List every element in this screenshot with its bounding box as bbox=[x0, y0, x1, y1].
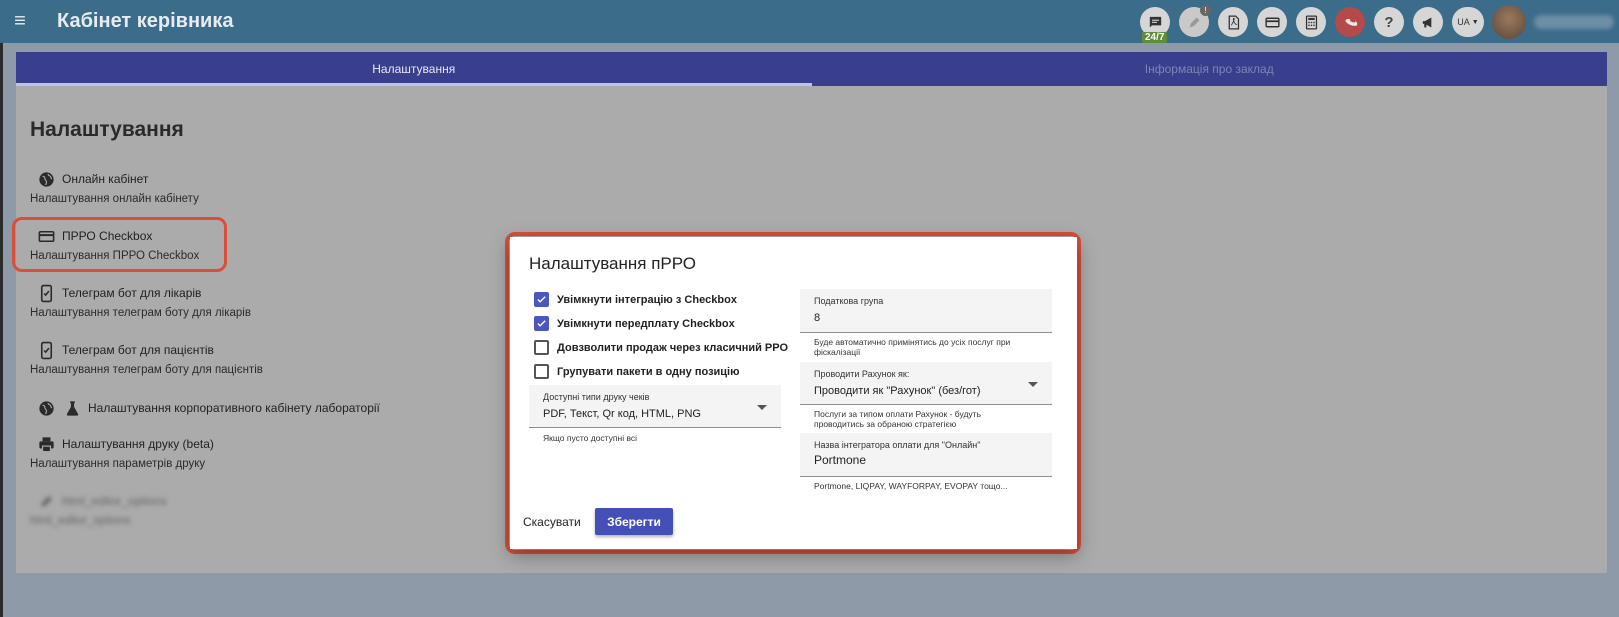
tab-bar: Налаштування Інформація про заклад bbox=[16, 52, 1607, 86]
pdf-icon[interactable] bbox=[1218, 7, 1248, 37]
tax-group-input[interactable]: Податкова група 8 bbox=[800, 289, 1052, 333]
user-name-blurred[interactable] bbox=[1534, 15, 1614, 29]
setting-online-cabinet[interactable]: Онлайн кабінет Налаштування онлайн кабін… bbox=[30, 168, 199, 205]
avatar[interactable] bbox=[1492, 5, 1526, 39]
credit-card-icon[interactable] bbox=[1257, 7, 1287, 37]
checkbox-enable-prepayment[interactable]: Увімкнути передплату Checkbox bbox=[534, 316, 735, 331]
checkbox-group-packages[interactable]: Групувати пакети в одну позицію bbox=[534, 364, 740, 379]
chevron-down-icon: ▼ bbox=[1471, 18, 1479, 26]
chevron-down-icon bbox=[757, 405, 767, 410]
globe-icon bbox=[36, 398, 56, 418]
active-tab-indicator bbox=[16, 83, 812, 86]
cancel-button[interactable]: Скасувати bbox=[523, 515, 581, 529]
setting-html-editor[interactable]: html_editor_options html_editor_options bbox=[30, 490, 167, 527]
appbar-actions: ! ? UA ▼ bbox=[1140, 5, 1614, 39]
hamburger-menu-icon[interactable]: ≡ bbox=[0, 0, 40, 43]
help-icon[interactable]: ? bbox=[1374, 7, 1404, 37]
language-selector[interactable]: UA ▼ bbox=[1452, 7, 1484, 37]
checkbox-allow-classic-rro[interactable]: Довзволити продаж через класичний РРО bbox=[534, 340, 788, 355]
globe-icon bbox=[36, 169, 56, 189]
print-types-select[interactable]: Доступні типи друку чеків PDF, Текст, Qr… bbox=[529, 385, 781, 428]
flask-icon bbox=[62, 398, 82, 418]
support-247-badge: 24/7 bbox=[1142, 32, 1168, 43]
phone-hangup-icon[interactable] bbox=[1335, 7, 1365, 37]
pen-icon[interactable]: ! bbox=[1179, 5, 1211, 37]
payment-integrator-helper: Portmone, LIQPAY, WAYFORPAY, EVOPAY тощо… bbox=[814, 481, 1008, 491]
setting-telegram-patients[interactable]: Телеграм бот для пацієнтів Налаштування … bbox=[30, 339, 263, 376]
setting-print[interactable]: Налаштування друку (beta) Налаштування п… bbox=[30, 433, 214, 470]
calculator-icon[interactable] bbox=[1296, 7, 1326, 37]
window-edge bbox=[0, 43, 3, 617]
checkbox-unchecked-icon[interactable] bbox=[534, 364, 549, 379]
checkbox-unchecked-icon[interactable] bbox=[534, 340, 549, 355]
payment-integrator-input[interactable]: Назва інтегратора оплати для "Онлайн" Po… bbox=[800, 433, 1052, 477]
notification-badge: ! bbox=[1200, 5, 1211, 16]
phone-check-icon bbox=[36, 340, 56, 360]
setting-lab-corporate-cabinet[interactable]: Налаштування корпоративного кабінету лаб… bbox=[30, 397, 380, 419]
setting-telegram-doctors[interactable]: Телеграм бот для лікарів Налаштування те… bbox=[30, 282, 251, 319]
pencil-icon bbox=[36, 491, 56, 511]
prro-settings-dialog: Налаштування пРРО Увімкнути інтеграцію з… bbox=[510, 237, 1077, 549]
tax-group-helper: Буде автоматично примінятись до усіх пос… bbox=[814, 337, 1011, 357]
dialog-title: Налаштування пРРО bbox=[529, 254, 696, 273]
print-types-helper: Якщо пусто доступні всі bbox=[543, 433, 638, 443]
highlight-prro-setting bbox=[12, 217, 227, 272]
checkbox-enable-integration[interactable]: Увімкнути інтеграцію з Checkbox bbox=[534, 292, 737, 307]
megaphone-icon[interactable] bbox=[1413, 7, 1443, 37]
save-button[interactable]: Зберегти bbox=[595, 508, 673, 535]
printer-icon bbox=[36, 434, 56, 454]
app-bar: ≡ Кабінет керівника ! ? UA ▼ bbox=[0, 0, 1619, 43]
app-title: Кабінет керівника bbox=[57, 10, 234, 32]
tab-settings[interactable]: Налаштування bbox=[16, 52, 812, 86]
checkbox-checked-icon[interactable] bbox=[534, 292, 549, 307]
chevron-down-icon bbox=[1028, 382, 1038, 387]
tab-establishment-info[interactable]: Інформація про заклад bbox=[812, 52, 1608, 86]
invoice-mode-helper: Послуги за типом оплати Рахунок - будуть… bbox=[814, 409, 981, 429]
invoice-mode-select[interactable]: Проводити Рахунок як: Проводити як "Раху… bbox=[800, 362, 1052, 405]
checkbox-checked-icon[interactable] bbox=[534, 316, 549, 331]
page-title: Налаштування bbox=[30, 118, 184, 141]
phone-check-icon bbox=[36, 283, 56, 303]
